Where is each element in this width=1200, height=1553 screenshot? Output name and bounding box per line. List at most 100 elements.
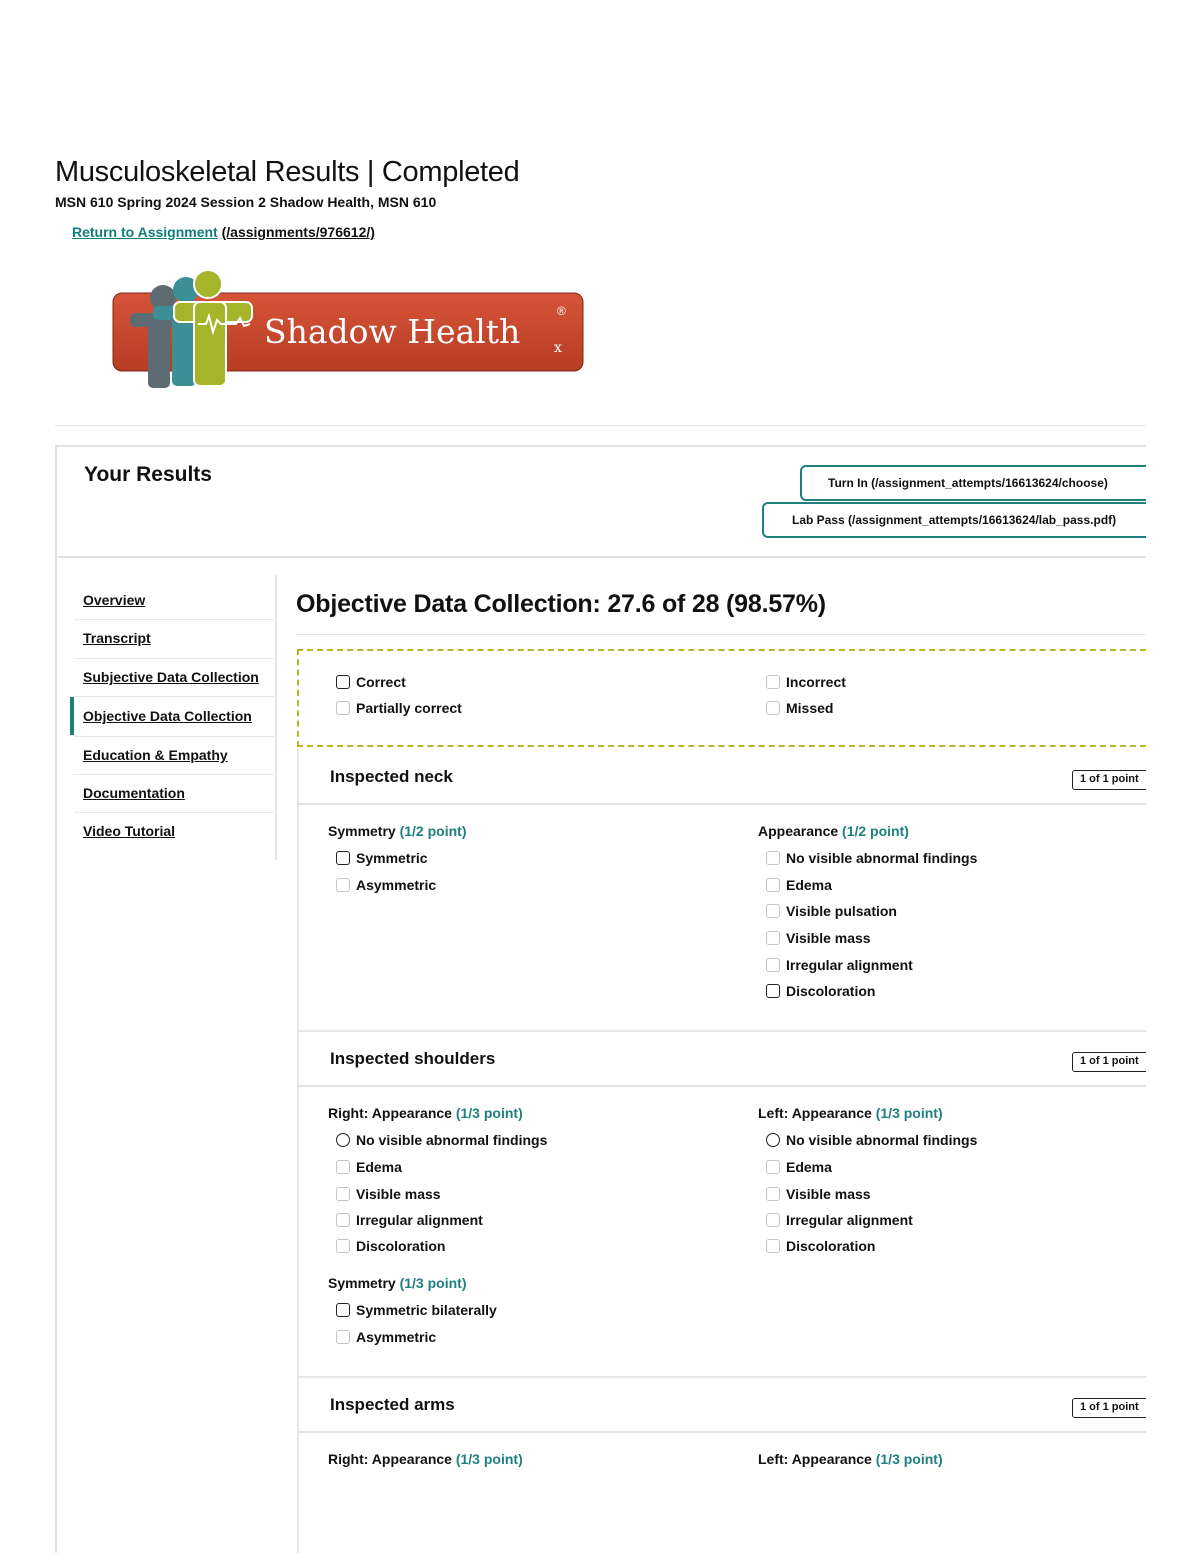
checkbox-icon — [336, 1303, 350, 1317]
card-divider — [297, 803, 1146, 805]
question-title: Symmetry (1/3 point) — [328, 1275, 466, 1291]
sidebar-item-overview[interactable]: Overview — [83, 592, 145, 608]
checkbox-icon — [766, 878, 780, 892]
objective-data-heading: Objective Data Collection: 27.6 of 28 (9… — [296, 590, 826, 618]
checkbox-icon — [336, 1187, 350, 1201]
legend-missed: Missed — [766, 700, 833, 716]
question-title-text: Left: Appearance — [758, 1451, 872, 1467]
question-title: Appearance (1/2 point) — [758, 823, 909, 839]
course-subtitle: MSN 610 Spring 2024 Session 2 Shadow Hea… — [55, 194, 437, 210]
checkbox-icon — [336, 1133, 350, 1147]
page-title: Musculoskeletal Results | Completed — [55, 156, 520, 188]
sidebar-item-education-empathy[interactable]: Education & Empathy — [83, 747, 228, 763]
option-label: Irregular alignment — [356, 1212, 483, 1228]
results-title: Your Results — [84, 463, 212, 486]
option-label: Visible mass — [786, 930, 871, 946]
checkbox-icon — [766, 1213, 780, 1227]
option-item: Visible pulsation — [766, 903, 897, 919]
question-title-text: Right: Appearance — [328, 1105, 452, 1121]
question-points: (1/3 point) — [875, 1451, 943, 1467]
page-right-margin — [1146, 440, 1200, 1553]
lab-pass-button[interactable]: Lab Pass (/assignment_attempts/16613624/… — [762, 502, 1146, 538]
option-item: Symmetric bilaterally — [336, 1302, 497, 1318]
nav-divider — [74, 658, 274, 659]
question-title: Left: Appearance (1/3 point) — [758, 1105, 943, 1121]
option-label: Asymmetric — [356, 877, 437, 893]
option-label: Visible pulsation — [786, 903, 897, 919]
points-badge: 1 of 1 point — [1072, 770, 1152, 790]
option-label: Discoloration — [786, 1238, 876, 1254]
section-title-inspected-arms: Inspected arms — [330, 1395, 455, 1414]
option-label: Asymmetric — [356, 1329, 437, 1345]
option-item: No visible abnormal findings — [766, 850, 977, 866]
question-title: Right: Appearance (1/3 point) — [328, 1451, 523, 1467]
option-item: Symmetric — [336, 850, 428, 866]
question-title-text: Symmetry — [328, 823, 396, 839]
sidebar-active-indicator — [70, 697, 74, 735]
sidebar-item-objective-data-collection[interactable]: Objective Data Collection — [83, 708, 252, 724]
section-divider — [297, 1030, 1146, 1032]
question-title-text: Right: Appearance — [328, 1451, 452, 1467]
option-label: Symmetric — [356, 850, 428, 866]
option-label: Visible mass — [356, 1186, 441, 1202]
legend-missed-label: Missed — [786, 700, 834, 716]
nav-divider — [74, 696, 274, 697]
question-title-text: Left: Appearance — [758, 1105, 872, 1121]
card-edge — [297, 1031, 299, 1377]
legend-incorrect-label: Incorrect — [786, 674, 846, 690]
option-item: Visible mass — [766, 1186, 871, 1202]
checkbox-icon — [766, 984, 780, 998]
question-title: Left: Appearance (1/3 point) — [758, 1451, 943, 1467]
option-label: Visible mass — [786, 1186, 871, 1202]
points-badge: 1 of 1 point — [1072, 1052, 1152, 1072]
option-label: Discoloration — [356, 1238, 446, 1254]
checkbox-icon — [336, 1213, 350, 1227]
question-points: (1/3 point) — [455, 1105, 523, 1121]
option-item: Edema — [336, 1159, 402, 1175]
checkbox-icon — [336, 878, 350, 892]
checkbox-icon — [766, 1160, 780, 1174]
checkbox-icon — [336, 701, 350, 715]
question-title-text: Appearance — [758, 823, 839, 839]
question-title: Symmetry (1/2 point) — [328, 823, 466, 839]
option-label: Edema — [356, 1159, 402, 1175]
option-item: Irregular alignment — [766, 957, 913, 973]
checkbox-icon — [336, 1160, 350, 1174]
question-points: (1/3 point) — [399, 1275, 467, 1291]
option-label: Edema — [786, 1159, 832, 1175]
legend-box — [297, 649, 1146, 747]
checkbox-icon — [336, 1330, 350, 1344]
checkbox-icon — [766, 958, 780, 972]
question-points: (1/2 point) — [399, 823, 467, 839]
question-points: (1/3 point) — [455, 1451, 523, 1467]
turn-in-button[interactable]: Turn In (/assignment_attempts/16613624/c… — [800, 465, 1146, 501]
top-divider — [55, 425, 1146, 426]
logo-wordmark: Shadow Health — [264, 312, 521, 351]
option-label: Irregular alignment — [786, 957, 913, 973]
section-title-inspected-shoulders: Inspected shoulders — [330, 1049, 496, 1068]
option-item: Discoloration — [766, 983, 875, 999]
points-badge: 1 of 1 point — [1072, 1398, 1152, 1418]
sidebar-item-subjective-data-collection[interactable]: Subjective Data Collection — [83, 669, 259, 685]
heading-divider — [296, 634, 1146, 635]
option-item: No visible abnormal findings — [336, 1132, 547, 1148]
sidebar-item-documentation[interactable]: Documentation — [83, 785, 185, 801]
option-label: Discoloration — [786, 983, 876, 999]
option-item: Irregular alignment — [336, 1212, 483, 1228]
checkbox-icon — [766, 1133, 780, 1147]
option-item: Visible mass — [766, 930, 871, 946]
card-edge — [297, 749, 299, 1031]
card-edge — [297, 1377, 299, 1553]
return-to-assignment-link[interactable]: Return to Assignment (/assignments/97661… — [72, 224, 375, 240]
checkbox-icon — [336, 675, 350, 689]
checkbox-icon — [766, 904, 780, 918]
nav-divider — [74, 812, 274, 813]
option-label: Edema — [786, 877, 832, 893]
legend-correct: Correct — [336, 674, 406, 690]
question-title-text: Symmetry — [328, 1275, 396, 1291]
sidebar-item-video-tutorial[interactable]: Video Tutorial — [83, 823, 175, 839]
sidebar-item-transcript[interactable]: Transcript — [83, 630, 151, 646]
checkbox-icon — [336, 1239, 350, 1253]
checkbox-icon — [766, 1187, 780, 1201]
shadow-health-logo: Shadow Health x ® — [108, 268, 588, 394]
